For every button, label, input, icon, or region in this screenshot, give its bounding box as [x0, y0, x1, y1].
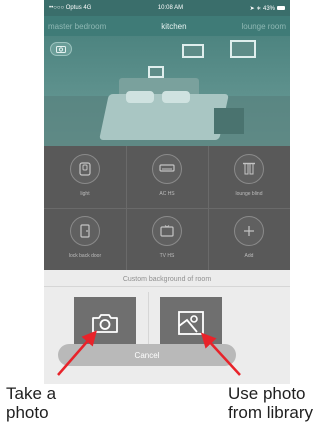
annotation-use-library: Use photo from library: [228, 384, 313, 422]
annotation-text: from library: [228, 403, 314, 422]
annotation-arrow-take-photo: [57, 330, 97, 376]
annotation-arrow-library: [200, 332, 241, 376]
annotation-text: photo: [6, 403, 49, 422]
annotation-arrows: [57, 330, 241, 376]
annotation-text: Use photo: [228, 384, 306, 403]
annotation-text: Take a: [6, 384, 57, 403]
annotation-take-photo: Take a photo: [6, 384, 56, 422]
